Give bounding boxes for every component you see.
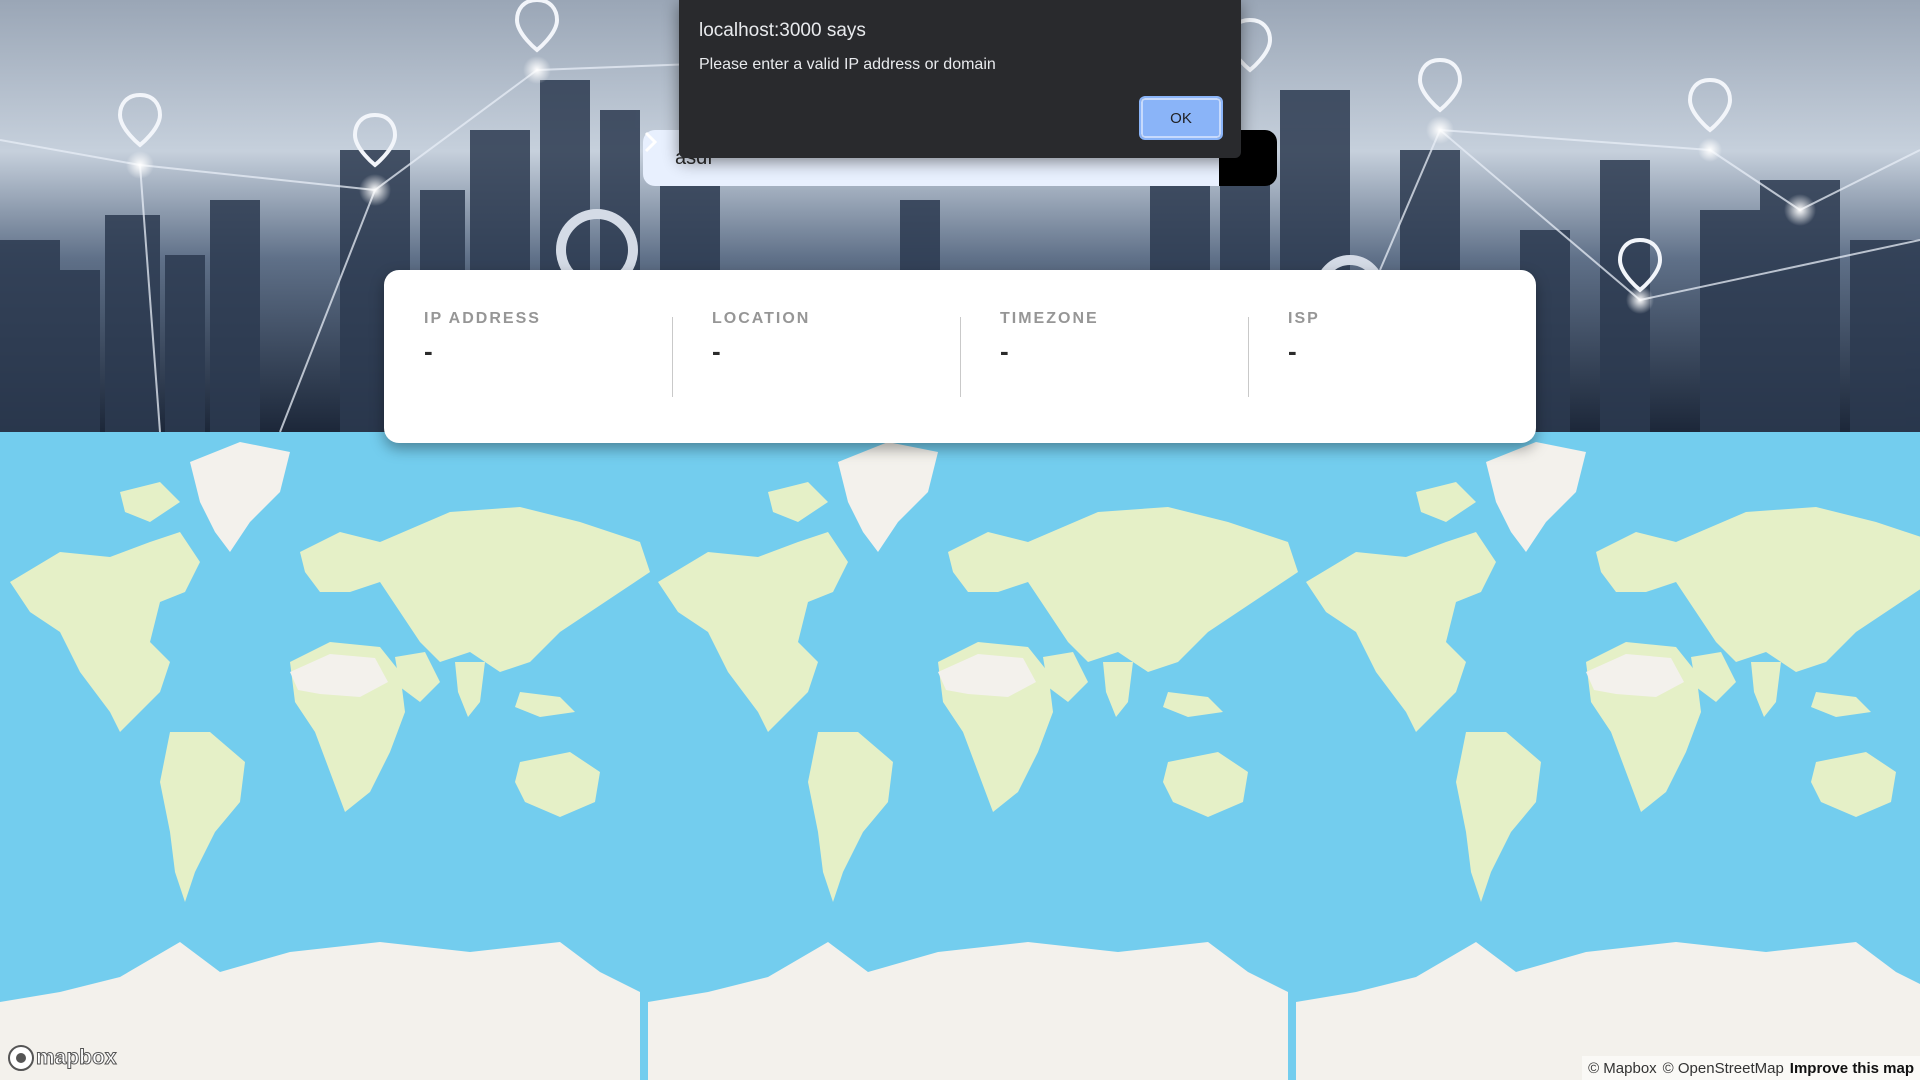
- alert-message: Please enter a valid IP address or domai…: [699, 56, 996, 73]
- mapbox-logo-text: mapbox: [36, 1046, 118, 1070]
- info-ip-address: IP ADDRESS -: [384, 310, 672, 443]
- info-value: -: [1000, 336, 1009, 366]
- info-label: LOCATION: [712, 310, 811, 327]
- alert-title: localhost:3000 says: [699, 20, 866, 41]
- info-value: -: [712, 336, 721, 366]
- info-value: -: [1288, 336, 1297, 366]
- info-value: -: [424, 336, 433, 366]
- mapbox-logo-icon: [8, 1045, 34, 1071]
- map-attribution: © Mapbox © OpenStreetMap Improve this ma…: [1582, 1056, 1920, 1080]
- info-label: TIMEZONE: [1000, 310, 1099, 327]
- mapbox-logo[interactable]: mapbox: [8, 1045, 117, 1071]
- info-label: ISP: [1288, 310, 1320, 327]
- attribution-osm-link[interactable]: © OpenStreetMap: [1663, 1060, 1784, 1077]
- info-timezone: TIMEZONE -: [960, 310, 1248, 443]
- info-isp: ISP -: [1248, 310, 1536, 443]
- info-label: IP ADDRESS: [424, 310, 541, 327]
- ip-info-card: IP ADDRESS - LOCATION - TIMEZONE - ISP -: [384, 270, 1536, 443]
- improve-map-link[interactable]: Improve this map: [1790, 1060, 1914, 1077]
- chevron-right-icon: [644, 131, 658, 153]
- map-tiles: .land { fill: #e5f0c7; } .ice { fill: #f…: [0, 432, 1920, 1080]
- alert-dialog: localhost:3000 says Please enter a valid…: [679, 0, 1241, 158]
- world-map[interactable]: .land { fill: #e5f0c7; } .ice { fill: #f…: [0, 432, 1920, 1080]
- attribution-mapbox-link[interactable]: © Mapbox: [1588, 1060, 1657, 1077]
- alert-ok-button[interactable]: OK: [1139, 96, 1223, 140]
- info-location: LOCATION -: [672, 310, 960, 443]
